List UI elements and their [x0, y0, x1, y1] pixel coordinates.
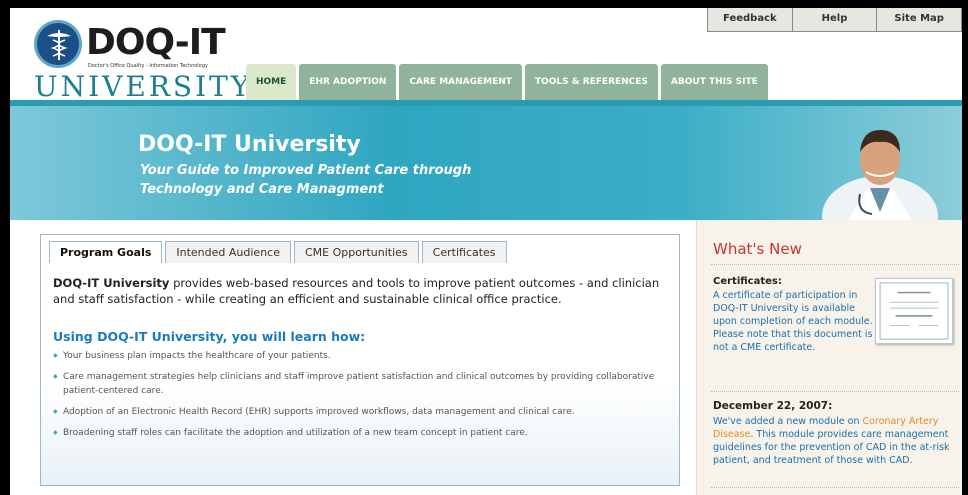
- banner-subtitle: Your Guide to Improved Patient Care thro…: [140, 163, 472, 197]
- news-body: We've added a new module on Coronary Art…: [713, 415, 962, 467]
- divider: [711, 487, 959, 488]
- certificates-heading: Certificates:: [713, 276, 782, 287]
- certificates-body: A certificate of participation in DOQ-IT…: [713, 290, 873, 353]
- whats-new-title: What's New: [713, 240, 802, 258]
- learn-list: Your business plan impacts the healthcar…: [53, 349, 673, 447]
- tab-certificates[interactable]: Certificates: [421, 241, 507, 263]
- nav-tools-references[interactable]: TOOLS & REFERENCES: [524, 64, 658, 100]
- nav-home[interactable]: HOME: [246, 64, 297, 100]
- tab-cme-opportunities[interactable]: CME Opportunities: [293, 241, 419, 263]
- list-item: Care management strategies help clinicia…: [53, 370, 673, 398]
- site-map-link[interactable]: Site Map: [876, 8, 961, 31]
- intro-text: DOQ-IT University provides web-based res…: [53, 275, 663, 307]
- page: DOQ-IT Doctor's Office Quality - Informa…: [10, 8, 962, 495]
- program-info-panel: Program Goals Intended Audience CME Oppo…: [40, 234, 680, 486]
- tab-intended-audience[interactable]: Intended Audience: [165, 241, 291, 263]
- list-item: Adoption of an Electronic Health Record …: [53, 405, 673, 419]
- site-header: DOQ-IT Doctor's Office Quality - Informa…: [10, 8, 962, 103]
- news-date-heading: December 22, 2007:: [713, 400, 833, 412]
- list-item: Broadening staff roles can facilitate th…: [53, 426, 673, 440]
- nav-care-management[interactable]: CARE MANAGEMENT: [399, 64, 522, 100]
- nav-about-site[interactable]: ABOUT THIS SITE: [660, 64, 768, 100]
- certificate-thumbnail[interactable]: [875, 278, 953, 344]
- banner-title: DOQ-IT University: [138, 132, 361, 157]
- program-tabs: Program Goals Intended Audience CME Oppo…: [49, 241, 507, 263]
- logo-subtitle: Doctor's Office Quality - Information Te…: [88, 63, 208, 69]
- list-item: Your business plan impacts the healthcar…: [53, 349, 673, 363]
- hero-banner: DOQ-IT University Your Guide to Improved…: [10, 106, 962, 220]
- doctor-photo: [822, 130, 938, 220]
- nav-ehr-adoption[interactable]: EHR ADOPTION: [299, 64, 397, 100]
- learn-heading: Using DOQ-IT University, you will learn …: [53, 329, 366, 344]
- caduceus-icon: [34, 20, 82, 68]
- logo-university: UNIVERSITY: [34, 70, 253, 103]
- news-body-start: We've added a new module on: [713, 416, 863, 427]
- whats-new-sidebar: What's New Certificates: A certificate o…: [696, 220, 962, 495]
- main-nav: HOME EHR ADOPTION CARE MANAGEMENT TOOLS …: [246, 64, 768, 100]
- help-link[interactable]: Help: [791, 8, 877, 31]
- logo-title: DOQ-IT: [86, 22, 226, 63]
- feedback-link[interactable]: Feedback: [708, 8, 792, 31]
- intro-bold: DOQ-IT University: [53, 276, 170, 290]
- tab-program-goals[interactable]: Program Goals: [49, 241, 163, 263]
- site-logo[interactable]: DOQ-IT Doctor's Office Quality - Informa…: [34, 20, 254, 103]
- divider: [711, 264, 959, 265]
- utility-links: Feedback Help Site Map: [707, 8, 962, 32]
- divider: [711, 391, 959, 392]
